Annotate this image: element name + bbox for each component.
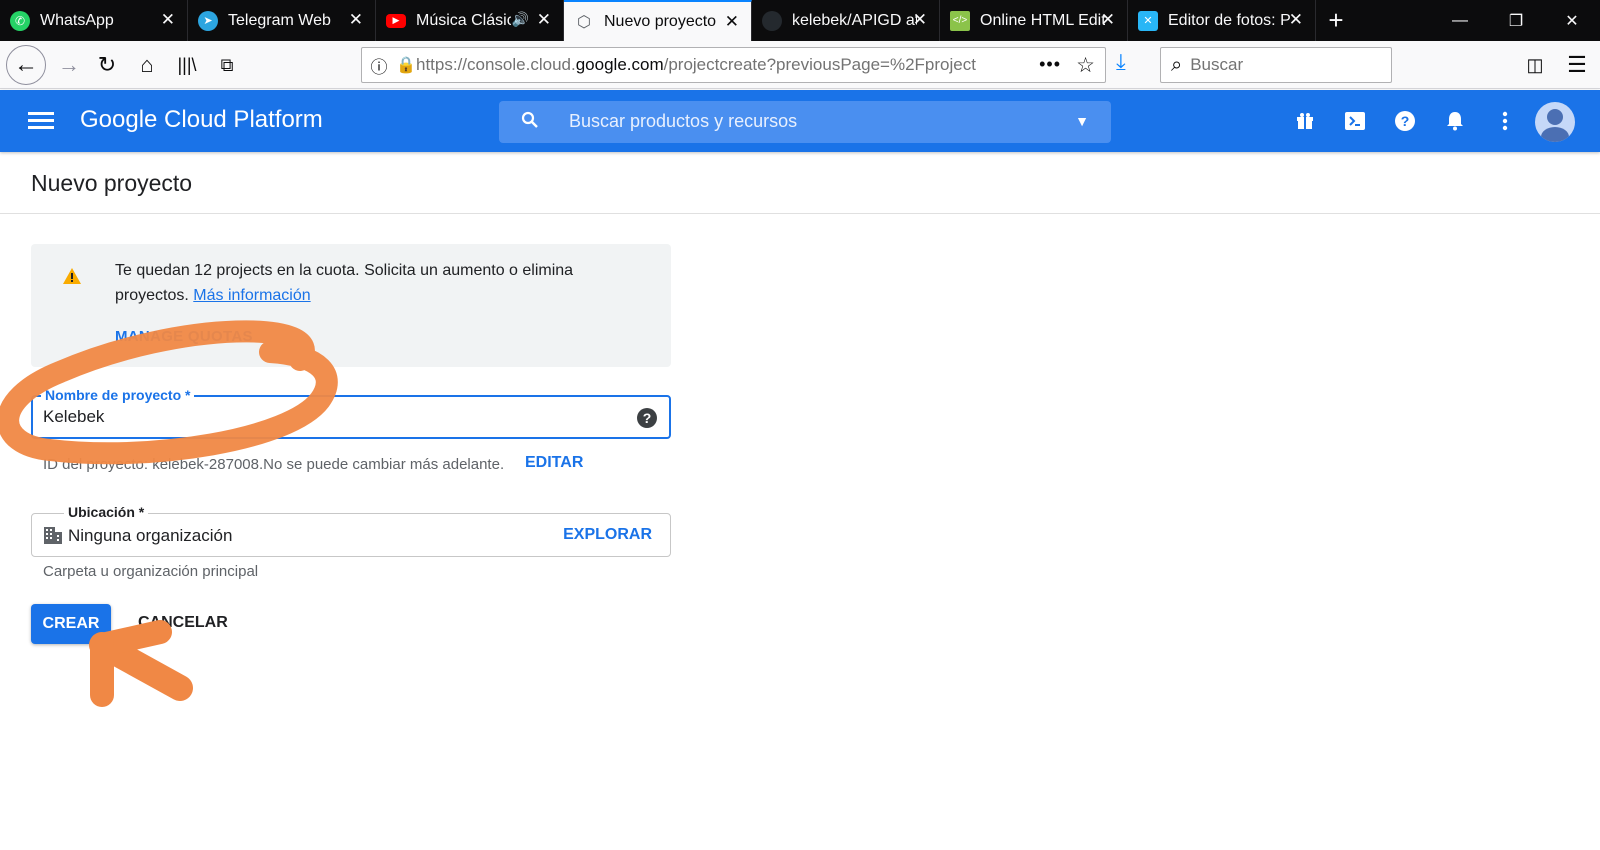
browser-search-input[interactable]: ⌕ Buscar — [1160, 47, 1392, 83]
close-icon[interactable]: ✕ — [349, 11, 363, 28]
gcp-header: Google Cloud Platform Buscar productos y… — [0, 90, 1600, 152]
avatar[interactable] — [1535, 102, 1575, 142]
url-bar[interactable]: ⓘ 🔒 https://console.cloud.google.com/pro… — [361, 47, 1106, 83]
close-icon[interactable]: ✕ — [537, 11, 551, 28]
tab-github[interactable]: kelebek/APIGD at ✕ — [752, 0, 940, 41]
tab-label: Música Clásica — [416, 11, 511, 29]
url-path: /projectcreate?previousPage=%2Fproject — [663, 55, 976, 74]
library-icon[interactable]: |||\ — [170, 48, 204, 82]
location-label: Ubicación * — [64, 504, 149, 520]
help-icon[interactable]: ? — [1392, 108, 1418, 134]
back-button[interactable]: ← — [6, 45, 46, 85]
project-id-text: ID del proyecto: kelebek-287008.No se pu… — [43, 456, 505, 473]
info-icon[interactable]: ⓘ — [362, 53, 396, 78]
tab-telegram[interactable]: ➤ Telegram Web ✕ — [188, 0, 376, 41]
gift-icon[interactable] — [1292, 108, 1318, 134]
create-button[interactable]: CREAR — [31, 604, 111, 644]
more-vert-icon[interactable] — [1492, 108, 1518, 134]
home-button[interactable]: ⌂ — [130, 48, 164, 82]
browser-tab-strip: ✆ WhatsApp ✕ ➤ Telegram Web ✕ ▶ Música C… — [0, 0, 1600, 41]
minimize-icon[interactable]: — — [1432, 0, 1488, 41]
close-icon[interactable]: ✕ — [913, 11, 927, 28]
lock-icon[interactable]: 🔒 — [396, 55, 416, 75]
sidebar-icon[interactable]: ◫ — [1518, 48, 1552, 82]
window-close-icon[interactable]: ✕ — [1544, 0, 1600, 41]
synced-tabs-icon[interactable]: ⧉ — [210, 48, 244, 82]
search-placeholder: Buscar — [1190, 55, 1244, 74]
edit-project-id-button[interactable]: EDITAR — [525, 454, 583, 472]
browse-button[interactable]: EXPLORAR — [563, 526, 652, 544]
more-info-link[interactable]: Más información — [193, 287, 310, 304]
bookmark-star-icon[interactable]: ☆ — [1076, 53, 1095, 78]
manage-quotas-button[interactable]: MANAGE QUOTAS — [115, 328, 253, 345]
help-icon[interactable]: ? — [637, 408, 657, 428]
page-title: Nuevo proyecto — [31, 170, 193, 196]
gcp-brand[interactable]: Google Cloud Platform — [80, 106, 323, 134]
photo-editor-icon: ✕ — [1138, 10, 1158, 31]
reload-button[interactable]: ↻ — [90, 48, 124, 82]
download-icon[interactable]: ⤓ — [1116, 49, 1126, 75]
project-name-field[interactable]: Nombre de proyecto * Kelebek ? — [31, 387, 671, 439]
html-editor-icon: </> — [950, 10, 970, 31]
youtube-icon: ▶ — [386, 13, 406, 28]
gcp-icon: ⬡ — [577, 13, 591, 31]
project-name-value[interactable]: Kelebek — [43, 407, 104, 427]
tab-photo-editor[interactable]: ✕ Editor de fotos: P ✕ — [1128, 0, 1316, 41]
tab-youtube[interactable]: ▶ Música Clásica 🔊 ✕ — [376, 0, 564, 41]
tab-label: kelebek/APIGD at — [792, 11, 917, 29]
gcp-search-input[interactable]: Buscar productos y recursos ▼ — [499, 101, 1111, 143]
url-prefix: https://console.cloud. — [416, 55, 576, 74]
forward-button[interactable]: → — [52, 48, 86, 82]
quota-notice: Te quedan 12 projects en la cuota. Solic… — [31, 244, 671, 367]
github-icon — [762, 10, 782, 31]
close-icon[interactable]: ✕ — [161, 11, 175, 28]
warning-icon — [63, 268, 81, 289]
menu-icon[interactable]: ☰ — [1560, 48, 1594, 82]
url-text[interactable]: https://console.cloud.google.com/project… — [416, 55, 996, 75]
search-icon — [521, 111, 539, 135]
new-tab-button[interactable]: + — [1316, 0, 1356, 41]
tab-label: Nuevo proyecto – — [604, 12, 719, 30]
tab-label: Telegram Web — [228, 11, 331, 29]
location-hint: Carpeta u organización principal — [43, 563, 259, 580]
project-name-label: Nombre de proyecto * — [41, 387, 195, 403]
cancel-button[interactable]: CANCELAR — [138, 614, 228, 632]
divider — [0, 213, 1600, 214]
restore-icon[interactable]: ❐ — [1488, 0, 1544, 41]
gcp-search-placeholder: Buscar productos y recursos — [569, 111, 798, 131]
chevron-down-icon[interactable]: ▼ — [1075, 113, 1089, 129]
tab-label: Online HTML Edit — [980, 11, 1105, 29]
tab-whatsapp[interactable]: ✆ WhatsApp ✕ — [0, 0, 188, 41]
whatsapp-icon: ✆ — [10, 10, 30, 31]
quota-text: Te quedan 12 projects en la cuota. Solic… — [115, 258, 635, 308]
orange-arrow-annotation — [89, 620, 193, 707]
telegram-icon: ➤ — [198, 10, 218, 31]
location-value: Ninguna organización — [68, 526, 233, 545]
close-icon[interactable]: ✕ — [1101, 11, 1115, 28]
quota-message: Te quedan 12 projects en la cuota. Solic… — [115, 262, 574, 304]
tab-html-editor[interactable]: </> Online HTML Edit ✕ — [940, 0, 1128, 41]
location-field[interactable]: Ubicación * Ninguna organización EXPLORA… — [31, 504, 671, 557]
close-icon[interactable]: ✕ — [725, 13, 739, 30]
tab-label: WhatsApp — [40, 11, 114, 29]
speaker-icon[interactable]: 🔊 — [512, 11, 529, 28]
page-actions-icon[interactable]: ••• — [1039, 54, 1061, 75]
tab-label: Editor de fotos: P — [1168, 11, 1291, 29]
svg-text:?: ? — [1401, 113, 1410, 129]
tab-nuevo-proyecto[interactable]: ⬡ Nuevo proyecto – ✕ — [564, 0, 752, 41]
building-icon — [44, 527, 62, 549]
notifications-bell-icon[interactable] — [1442, 108, 1468, 134]
url-domain: google.com — [575, 55, 664, 74]
cloud-shell-icon[interactable] — [1342, 108, 1368, 134]
hamburger-menu-icon[interactable] — [28, 112, 54, 130]
browser-navbar: ← → ↻ ⌂ |||\ ⧉ ⓘ 🔒 https://console.cloud… — [0, 41, 1600, 89]
search-icon: ⌕ — [1171, 53, 1183, 76]
close-icon[interactable]: ✕ — [1289, 11, 1303, 28]
